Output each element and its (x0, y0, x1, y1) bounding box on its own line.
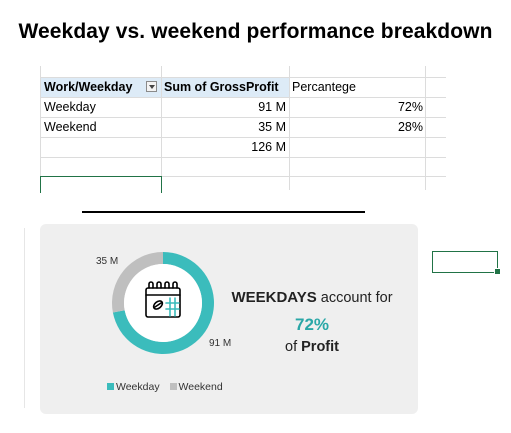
kpi-subject: WEEKDAYS (231, 289, 317, 306)
fill-handle[interactable] (494, 268, 501, 275)
row-pct-weekend[interactable]: 28% (290, 117, 423, 137)
pivot-header-row-label: Work/Weekday (44, 80, 133, 94)
page-title: Weekday vs. weekend performance breakdow… (18, 20, 493, 43)
kpi-metric: Profit (301, 339, 339, 355)
row-profit-weekday[interactable]: 91 M (162, 97, 286, 117)
donut-chart (112, 252, 214, 354)
grand-total-profit[interactable]: 126 M (162, 137, 286, 157)
row-pct-weekday[interactable]: 72% (290, 97, 423, 117)
kpi-account-text: account for (316, 290, 393, 306)
kpi-headline: WEEKDAYS account for (226, 289, 398, 306)
legend-label-weekday: Weekday (116, 381, 160, 393)
row-label-weekday[interactable]: Weekday (44, 97, 96, 117)
kpi-of-text: of (285, 339, 302, 355)
legend-label-weekend: Weekend (178, 381, 223, 393)
filter-dropdown-button[interactable] (146, 81, 157, 92)
legend-swatch-weekend (169, 383, 177, 390)
row-profit-weekend[interactable]: 35 M (162, 117, 286, 137)
legend-item-weekend: Weekend (169, 381, 223, 393)
kpi-percentage: 72% (294, 315, 330, 334)
kpi-metric-line: of Profit (226, 339, 398, 355)
weekend-value-label: 35 M (96, 256, 119, 267)
legend-item-weekday: Weekday (107, 381, 160, 393)
row-label-weekend[interactable]: Weekend (44, 117, 97, 137)
pivot-header-percentage: Percantege (292, 80, 356, 94)
sheet-column-line (24, 228, 25, 408)
cell-selection-box[interactable] (40, 176, 162, 193)
divider-line (82, 211, 365, 213)
active-cell-selection[interactable] (432, 251, 498, 273)
legend-swatch-weekday (107, 383, 114, 390)
chart-legend: Weekday Weekend (107, 381, 223, 393)
pivot-header-profit: Sum of GrossProfit (164, 80, 279, 94)
